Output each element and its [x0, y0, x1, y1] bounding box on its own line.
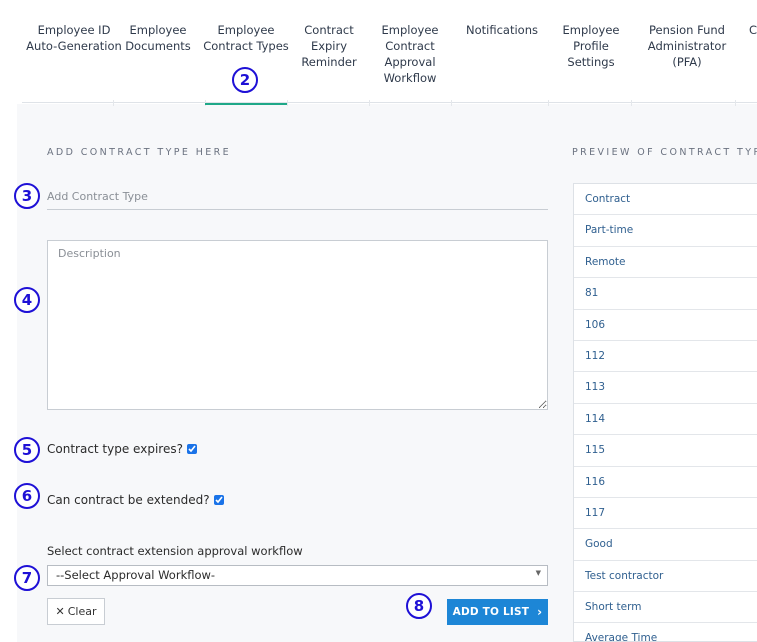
- tab-pension-fund-administrator[interactable]: Pension Fund Administrator (PFA): [633, 22, 741, 70]
- tab-more[interactable]: C: [749, 22, 757, 38]
- add-to-list-button[interactable]: ADD TO LIST ›: [447, 599, 548, 625]
- tab-label: Employee Profile Settings: [562, 23, 620, 69]
- contract-expires-checkbox[interactable]: [186, 444, 197, 454]
- list-item[interactable]: Short term: [574, 592, 757, 624]
- list-item[interactable]: Contract: [574, 184, 757, 216]
- workflow-select-label: Select contract extension approval workf…: [47, 544, 303, 558]
- tab-employee-contract-types[interactable]: Employee Contract Types: [201, 22, 291, 54]
- add-contract-type-heading: ADD CONTRACT TYPE HERE: [47, 147, 232, 158]
- tab-employee-profile-settings[interactable]: Employee Profile Settings: [549, 22, 633, 70]
- contract-type-input[interactable]: [47, 183, 548, 210]
- tab-divider: [22, 102, 757, 103]
- annotation-marker: 4: [14, 287, 40, 313]
- description-textarea[interactable]: [47, 240, 548, 410]
- list-item[interactable]: 81: [574, 278, 757, 310]
- contract-extended-row[interactable]: Can contract be extended?: [47, 493, 224, 507]
- approval-workflow-select[interactable]: --Select Approval Workflow- ▼: [47, 565, 548, 586]
- annotation-marker: 3: [14, 183, 40, 209]
- active-tab-indicator: [205, 103, 287, 105]
- annotation-marker: 7: [14, 565, 40, 591]
- tab-employee-documents[interactable]: Employee Documents: [118, 22, 198, 54]
- contract-extended-label: Can contract be extended?: [47, 493, 210, 507]
- list-item[interactable]: 113: [574, 372, 757, 404]
- list-item[interactable]: Average Time: [574, 623, 757, 641]
- tab-separator: [451, 100, 452, 106]
- tab-separator: [113, 100, 114, 106]
- list-item[interactable]: 115: [574, 435, 757, 467]
- add-to-list-label: ADD TO LIST: [452, 606, 530, 618]
- contract-type-preview-list: Contract Part-time Remote 81 106 112 113…: [573, 183, 757, 642]
- list-item[interactable]: Part-time: [574, 215, 757, 247]
- tab-label: Employee Documents: [125, 23, 191, 53]
- tab-label: C: [749, 23, 757, 37]
- list-item[interactable]: 117: [574, 498, 757, 530]
- dropdown-arrow-icon: ▼: [535, 569, 541, 577]
- list-item[interactable]: 106: [574, 310, 757, 341]
- tab-separator: [631, 100, 632, 106]
- tab-label: Contract Expiry Reminder: [301, 23, 357, 69]
- tab-employee-id-auto-generation[interactable]: Employee ID Auto-Generation: [22, 22, 126, 54]
- tab-label: Pension Fund Administrator (PFA): [647, 23, 727, 69]
- annotation-marker: 2: [232, 67, 258, 93]
- tab-separator: [369, 100, 370, 106]
- list-item[interactable]: Good: [574, 529, 757, 561]
- clear-button[interactable]: ✕ Clear: [47, 598, 105, 625]
- tab-label: Employee Contract Approval Workflow: [381, 23, 439, 85]
- close-icon: ✕: [55, 605, 65, 618]
- tab-label: Notifications: [466, 23, 538, 37]
- list-item[interactable]: 112: [574, 341, 757, 373]
- tab-label: Employee Contract Types: [203, 23, 289, 53]
- chevron-right-icon: ›: [537, 605, 543, 619]
- tab-notifications[interactable]: Notifications: [462, 22, 542, 38]
- annotation-marker: 6: [14, 483, 40, 509]
- tab-separator: [735, 100, 736, 106]
- tab-separator: [548, 100, 549, 106]
- approval-workflow-value: --Select Approval Workflow-: [56, 568, 216, 582]
- tab-label: Employee ID Auto-Generation: [26, 23, 122, 53]
- annotation-marker: 8: [406, 593, 432, 619]
- list-item[interactable]: 114: [574, 404, 757, 436]
- tab-separator: [287, 100, 288, 106]
- contract-extended-checkbox[interactable]: [213, 495, 224, 505]
- annotation-marker: 5: [14, 437, 40, 463]
- clear-button-label: Clear: [67, 605, 97, 618]
- tab-contract-expiry-reminder[interactable]: Contract Expiry Reminder: [292, 22, 366, 70]
- preview-heading: PREVIEW OF CONTRACT TYPE: [572, 147, 757, 158]
- list-item[interactable]: Test contractor: [574, 561, 757, 593]
- contract-expires-row[interactable]: Contract type expires?: [47, 442, 197, 456]
- list-item[interactable]: 116: [574, 467, 757, 498]
- contract-expires-label: Contract type expires?: [47, 442, 183, 456]
- list-item[interactable]: Remote: [574, 247, 757, 279]
- tab-employee-contract-approval-workflow[interactable]: Employee Contract Approval Workflow: [370, 22, 450, 86]
